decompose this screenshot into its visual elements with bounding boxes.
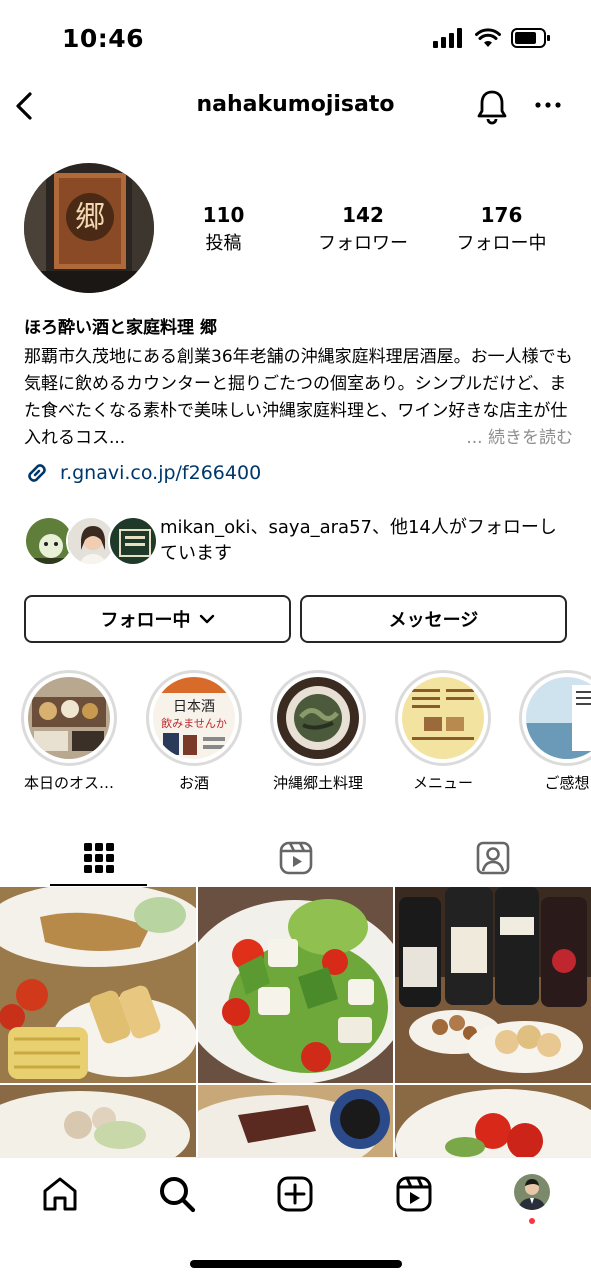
tab-posts[interactable] (0, 830, 197, 886)
highlight-cover (402, 677, 484, 759)
stat-posts[interactable]: 110 投稿 (170, 203, 277, 255)
stat-following[interactable]: 176 フォロー中 (449, 203, 554, 255)
profile-link[interactable]: r.gnavi.co.jp/f266400 (24, 460, 261, 486)
bell-icon[interactable] (474, 86, 510, 126)
highlight-cover (526, 677, 591, 759)
post-thumbnail[interactable] (395, 887, 591, 1083)
bio-text[interactable]: 那覇市久茂地にある創業36年老舗の沖縄家庭料理居酒屋。お一人様でも気軽に飲めるカ… (24, 344, 579, 452)
profile-display-name: ほろ酔い酒と家庭料理 郷 (24, 318, 217, 338)
message-button[interactable]: メッセージ (300, 595, 567, 643)
home-indicator[interactable] (190, 1260, 402, 1268)
profile-link-text: r.gnavi.co.jp/f266400 (60, 462, 262, 484)
post-thumbnail[interactable] (198, 1085, 393, 1157)
stat-value: 110 (202, 203, 245, 227)
highlight-item[interactable]: ご感想 (518, 670, 591, 793)
highlight-ring (395, 670, 491, 766)
tab-reels[interactable] (197, 830, 394, 886)
battery-icon (511, 28, 550, 48)
stat-label: フォロワー (318, 233, 408, 254)
stat-label: フォロー中 (456, 233, 547, 254)
reels-icon (279, 841, 312, 875)
highlight-ring (270, 670, 366, 766)
profile-tabs (0, 830, 591, 886)
following-button-label: フォロー中 (100, 610, 191, 631)
highlight-label: ご感想 (544, 774, 590, 792)
stat-label: 投稿 (205, 233, 242, 254)
stat-value: 176 (480, 203, 523, 227)
status-bar: 10:46 (0, 0, 591, 80)
profile-header: nahakumojisato (0, 80, 591, 132)
wifi-icon (475, 28, 501, 47)
search-icon[interactable] (157, 1174, 197, 1214)
highlight-ring (519, 670, 591, 766)
highlight-image-text: 日本酒 (173, 699, 215, 715)
highlight-item[interactable]: メニュー (394, 670, 492, 793)
grid-icon (83, 843, 114, 873)
tagged-icon (476, 841, 509, 875)
highlight-ring: 日本酒 飲みませんか (146, 670, 242, 766)
more-options-icon[interactable] (532, 90, 564, 120)
highlight-cover (28, 677, 110, 759)
stat-followers[interactable]: 142 フォロワー (277, 203, 449, 255)
stat-value: 142 (342, 203, 384, 227)
profile-bio: ほろ酔い酒と家庭料理 郷 那覇市久茂地にある創業36年老舗の沖縄家庭料理居酒屋。… (24, 313, 579, 452)
avatar-sign-text: 郷 (75, 200, 105, 235)
chevron-down-icon (199, 614, 214, 624)
profile-avatar[interactable] (514, 1174, 550, 1210)
highlight-image-text: 飲みませんか (161, 716, 227, 730)
post-thumbnail[interactable] (395, 1085, 591, 1157)
post-thumbnail[interactable] (0, 1085, 196, 1157)
highlight-cover (277, 677, 359, 759)
read-more-link[interactable]: ... 続きを読む (462, 425, 573, 452)
reels-icon[interactable] (394, 1174, 434, 1214)
create-icon[interactable] (275, 1174, 315, 1214)
notification-dot (529, 1218, 535, 1224)
link-icon (28, 464, 46, 482)
status-time: 10:46 (62, 24, 145, 53)
followed-by-text: mikan_oki、saya_ara57、他14人がフォローしています (160, 517, 557, 564)
followed-by[interactable]: mikan_oki、saya_ara57、他14人がフォローしています (24, 515, 574, 567)
highlight-label: メニュー (412, 774, 473, 792)
avatar-image: 郷 (24, 163, 154, 293)
following-button[interactable]: フォロー中 (24, 595, 291, 643)
highlight-item[interactable]: 沖縄郷土料理 (269, 670, 367, 793)
signal-icon (433, 28, 462, 48)
post-thumbnail[interactable] (0, 887, 196, 1083)
highlight-label: お酒 (178, 774, 209, 792)
highlight-item[interactable]: 日本酒 飲みませんか お酒 (145, 670, 243, 793)
highlight-label: 沖縄郷土料理 (272, 774, 363, 792)
highlight-label: 本日のオス… (23, 774, 114, 792)
home-icon[interactable] (40, 1174, 80, 1214)
profile-avatar[interactable]: 郷 (24, 163, 154, 293)
tab-tagged[interactable] (394, 830, 591, 886)
follower-avatar (108, 516, 158, 566)
highlight-cover: 日本酒 飲みませんか (153, 677, 235, 759)
post-thumbnail[interactable] (198, 887, 393, 1083)
highlight-ring (21, 670, 117, 766)
highlight-item[interactable]: 本日のオス… (20, 670, 118, 793)
status-icons (433, 28, 551, 48)
post-grid (0, 887, 591, 1157)
message-button-label: メッセージ (388, 610, 479, 631)
profile-stats: 110 投稿 142 フォロワー 176 フォロー中 (170, 203, 570, 255)
